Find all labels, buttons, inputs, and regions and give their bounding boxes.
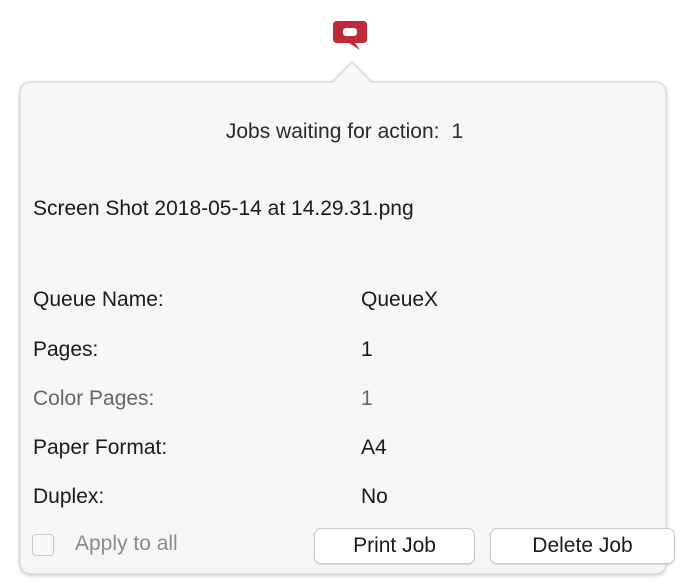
apply-to-all-checkbox[interactable] <box>32 534 54 556</box>
delete-job-button[interactable]: Delete Job <box>490 528 675 564</box>
detail-label: Queue Name: <box>33 288 164 311</box>
detail-value: No <box>361 485 388 508</box>
print-job-popover: Jobs waiting for action: 1 Screen Shot 20… <box>0 0 683 585</box>
detail-label: Duplex: <box>33 485 105 508</box>
jobs-waiting-count: 1 <box>451 120 464 143</box>
jobs-waiting-label: Jobs waiting for action: <box>225 120 440 143</box>
print-job-button[interactable]: Print Job <box>314 528 475 564</box>
detail-value: A4 <box>361 436 387 459</box>
detail-row-paper-format: Paper Format: A4 <box>33 436 633 466</box>
detail-value: 1 <box>361 387 373 410</box>
detail-row-color-pages: Color Pages: 1 <box>33 387 633 417</box>
detail-row-queue-name: Queue Name: QueueX <box>33 288 633 318</box>
popover-content: Jobs waiting for action: 1 Screen Shot 20… <box>22 84 675 574</box>
detail-row-pages: Pages: 1 <box>33 338 633 368</box>
jobs-waiting-status: Jobs waiting for action: 1 <box>22 120 667 144</box>
apply-to-all-label[interactable]: Apply to all <box>75 532 178 556</box>
detail-label: Paper Format: <box>33 436 168 459</box>
detail-value: QueueX <box>361 288 439 311</box>
detail-label: Color Pages: <box>33 387 155 410</box>
job-file-name: Screen Shot 2018-05-14 at 14.29.31.png <box>33 197 414 220</box>
detail-label: Pages: <box>33 338 99 361</box>
detail-row-duplex: Duplex: No <box>33 485 633 515</box>
detail-value: 1 <box>361 338 373 361</box>
